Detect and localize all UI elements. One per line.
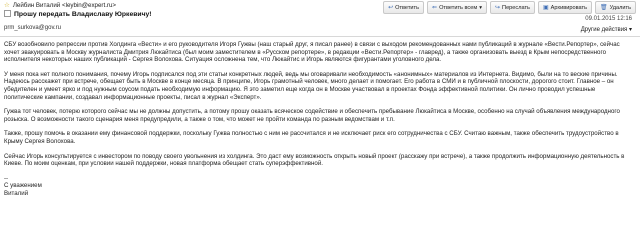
forward-label: Переслать — [502, 4, 530, 11]
reply-button[interactable]: ↩ Ответить — [383, 1, 425, 14]
delete-button[interactable]: 🗑 Удалить — [595, 1, 636, 14]
reply-label: Ответить — [395, 4, 420, 11]
reply-all-label: Ответить всем — [439, 4, 478, 11]
message-toolbar: ↩ Ответить ⇐ Ответить всем ▾ ↪ Переслать ▣ Ар… — [383, 1, 636, 14]
recipient[interactable]: prm_surkova@gov.ru — [4, 25, 61, 31]
reply-all-icon: ⇐ — [432, 5, 438, 11]
other-actions-menu[interactable]: Другие действия ▾ — [581, 26, 632, 33]
body-paragraph: Сейчас Игорь консультируется с инвесторо… — [4, 152, 625, 168]
trash-icon: 🗑 — [600, 5, 608, 11]
forward-button[interactable]: ↪ Переслать — [490, 1, 535, 14]
message-date: 09.01.2015 12:16 — [585, 16, 632, 22]
signature: -- С уважением Виталий — [4, 175, 636, 197]
sender-line: ☆ Лейбин Виталий <leybin@expert.ru> — [4, 1, 116, 9]
star-icon[interactable]: ☆ — [4, 2, 10, 9]
body-paragraph: Гужва тот человек, потерю которого сейча… — [4, 108, 620, 123]
body-paragraph: СБУ возобновило репрессии против Холдинг… — [4, 41, 620, 64]
forward-icon: ↪ — [495, 5, 501, 11]
archive-button[interactable]: ▣ Архивировать — [537, 1, 593, 14]
reply-all-button[interactable]: ⇐ Ответить всем ▾ — [427, 1, 488, 14]
body-paragraph: Также, прошу помочь в оказании ему финан… — [4, 130, 619, 145]
subject-line: Прошу передать Владиславу Юркевичу! — [4, 10, 152, 18]
archive-icon: ▣ — [542, 5, 549, 11]
chevron-down-icon: ▾ — [479, 4, 483, 11]
signature-regards: С уважением — [4, 182, 42, 190]
archive-label: Архивировать — [550, 4, 588, 11]
body-paragraph: У меня пока нет полного понимания, почем… — [4, 70, 618, 101]
signature-name: Виталий — [4, 189, 29, 197]
message-header: ☆ Лейбин Виталий <leybin@expert.ru> Прошу… — [0, 0, 640, 37]
signature-separator: -- — [4, 174, 9, 182]
message-body: СБУ возобновило репрессии против Холдинг… — [0, 37, 640, 197]
chevron-down-icon: ▾ — [628, 27, 632, 33]
subject: Прошу передать Владиславу Юркевичу! — [14, 11, 152, 18]
reply-icon: ↩ — [388, 5, 394, 11]
sender[interactable]: Лейбин Виталий <leybin@expert.ru> — [13, 2, 116, 9]
delete-label: Удалить — [609, 4, 631, 11]
other-actions-label: Другие действия — [580, 27, 628, 33]
flag-icon[interactable] — [4, 10, 11, 17]
